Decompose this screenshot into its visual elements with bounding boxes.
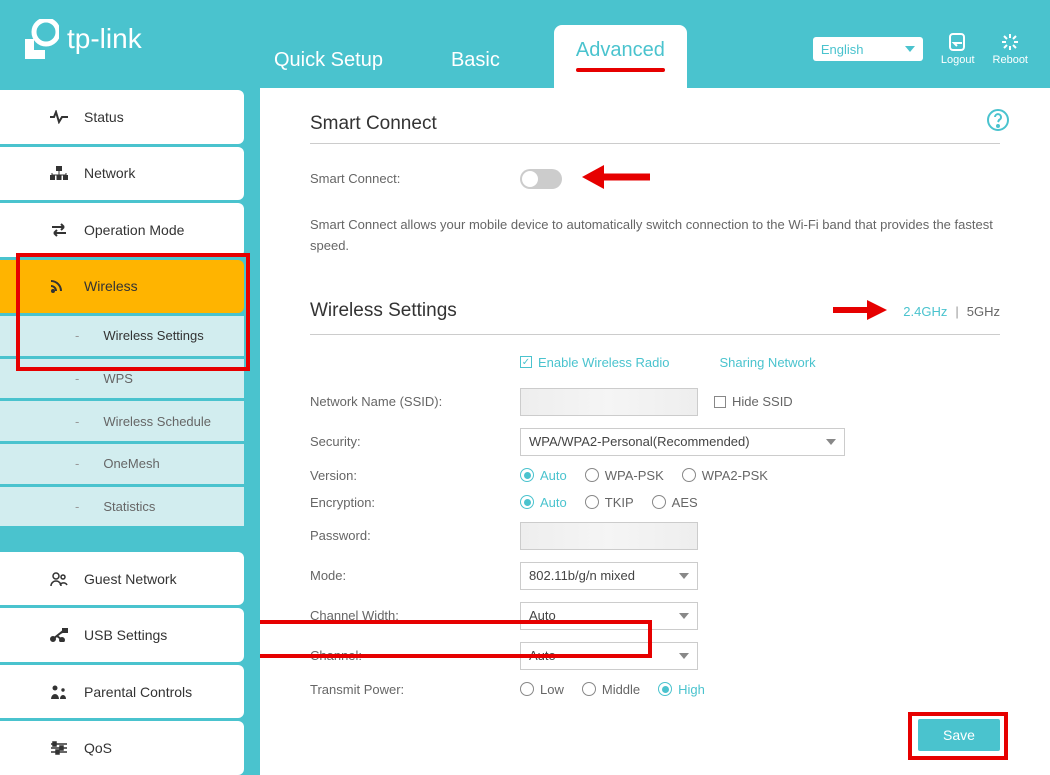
password-input[interactable] bbox=[520, 522, 698, 550]
sidebar-item-qos[interactable]: QoS bbox=[0, 721, 244, 775]
transmit-low-radio[interactable]: Low bbox=[520, 682, 564, 697]
band-tab-24ghz[interactable]: 2.4GHz bbox=[903, 304, 947, 319]
sidebar-item-status[interactable]: Status bbox=[0, 90, 244, 144]
mode-select[interactable]: 802.11b/g/n mixed bbox=[520, 562, 698, 590]
transmit-high-radio[interactable]: High bbox=[658, 682, 705, 697]
security-label: Security: bbox=[310, 434, 520, 449]
ssid-input[interactable] bbox=[520, 388, 698, 416]
sidebar-item-statistics[interactable]: Statistics bbox=[0, 487, 244, 527]
qos-icon bbox=[50, 741, 68, 755]
enable-wireless-checkbox[interactable]: ✓ bbox=[520, 356, 532, 368]
chevron-down-icon bbox=[679, 573, 689, 579]
users-icon bbox=[50, 572, 68, 586]
encryption-tkip-radio[interactable]: TKIP bbox=[585, 495, 634, 510]
transmit-power-label: Transmit Power: bbox=[310, 682, 520, 697]
smart-connect-title: Smart Connect bbox=[310, 113, 1000, 144]
smart-connect-toggle[interactable] bbox=[520, 169, 562, 189]
sidebar-item-network[interactable]: Network bbox=[0, 147, 244, 201]
reboot-icon bbox=[999, 32, 1021, 52]
channel-width-select[interactable]: Auto bbox=[520, 602, 698, 630]
sidebar-item-wps[interactable]: WPS bbox=[0, 359, 244, 399]
hide-ssid-checkbox[interactable] bbox=[714, 396, 726, 408]
encryption-auto-radio[interactable]: Auto bbox=[520, 495, 567, 510]
channel-label: Channel: bbox=[310, 648, 520, 663]
wireless-settings-title: Wireless Settings bbox=[310, 300, 831, 322]
transmit-middle-radio[interactable]: Middle bbox=[582, 682, 640, 697]
chevron-down-icon bbox=[679, 613, 689, 619]
channel-width-label: Channel Width: bbox=[310, 608, 520, 623]
chevron-down-icon bbox=[679, 653, 689, 659]
tab-advanced[interactable]: Advanced bbox=[554, 25, 687, 88]
sidebar-item-onemesh[interactable]: OneMesh bbox=[0, 444, 244, 484]
chevron-down-icon bbox=[826, 439, 836, 445]
help-icon[interactable] bbox=[986, 108, 1010, 135]
operation-mode-icon bbox=[50, 223, 68, 237]
password-label: Password: bbox=[310, 528, 520, 543]
version-wpa2-psk-radio[interactable]: WPA2-PSK bbox=[682, 468, 768, 483]
logout-icon bbox=[947, 32, 969, 52]
smart-connect-label: Smart Connect: bbox=[310, 171, 520, 186]
sidebar-item-usb-settings[interactable]: USB Settings bbox=[0, 608, 244, 662]
sidebar-item-parental-controls[interactable]: Parental Controls bbox=[0, 665, 244, 719]
brand-name: tp-link bbox=[67, 23, 142, 55]
security-select[interactable]: WPA/WPA2-Personal(Recommended) bbox=[520, 428, 845, 456]
encryption-label: Encryption: bbox=[310, 495, 520, 510]
brand-logo: tp-link bbox=[25, 19, 142, 59]
tab-quick-setup[interactable]: Quick Setup bbox=[260, 39, 397, 88]
sidebar: Status Network Operation Mode Wireless W… bbox=[0, 88, 244, 775]
main-content: Smart Connect Smart Connect: Smart Conne… bbox=[260, 88, 1050, 775]
tplink-logo-icon bbox=[25, 19, 59, 59]
smart-connect-description: Smart Connect allows your mobile device … bbox=[310, 215, 1000, 257]
annotation-arrow-band bbox=[831, 297, 887, 326]
channel-select[interactable]: Auto bbox=[520, 642, 698, 670]
ssid-label: Network Name (SSID): bbox=[310, 394, 520, 409]
version-auto-radio[interactable]: Auto bbox=[520, 468, 567, 483]
pulse-icon bbox=[50, 110, 68, 124]
sidebar-item-wireless[interactable]: Wireless bbox=[0, 260, 244, 314]
mode-label: Mode: bbox=[310, 568, 520, 583]
hide-ssid-label: Hide SSID bbox=[732, 394, 793, 409]
band-tab-5ghz[interactable]: 5GHz bbox=[967, 304, 1000, 319]
version-wpa-psk-radio[interactable]: WPA-PSK bbox=[585, 468, 664, 483]
reboot-button[interactable]: Reboot bbox=[993, 32, 1028, 66]
logout-button[interactable]: Logout bbox=[941, 32, 975, 66]
parental-icon bbox=[50, 685, 68, 699]
save-button[interactable]: Save bbox=[918, 719, 1000, 751]
tab-basic[interactable]: Basic bbox=[437, 39, 514, 88]
sharing-network-link[interactable]: Sharing Network bbox=[720, 355, 816, 370]
annotation-arrow-smart-connect bbox=[582, 162, 652, 195]
version-label: Version: bbox=[310, 468, 520, 483]
sidebar-item-operation-mode[interactable]: Operation Mode bbox=[0, 203, 244, 257]
chevron-down-icon bbox=[905, 46, 915, 52]
sidebar-item-wireless-schedule[interactable]: Wireless Schedule bbox=[0, 401, 244, 441]
sidebar-item-wireless-settings[interactable]: Wireless Settings bbox=[0, 316, 244, 356]
language-select[interactable]: English bbox=[813, 37, 923, 61]
usb-icon bbox=[50, 628, 68, 642]
enable-wireless-label: Enable Wireless Radio bbox=[538, 355, 670, 370]
network-icon bbox=[50, 166, 68, 180]
wifi-icon bbox=[50, 279, 68, 293]
encryption-aes-radio[interactable]: AES bbox=[652, 495, 698, 510]
sidebar-item-guest-network[interactable]: Guest Network bbox=[0, 552, 244, 606]
